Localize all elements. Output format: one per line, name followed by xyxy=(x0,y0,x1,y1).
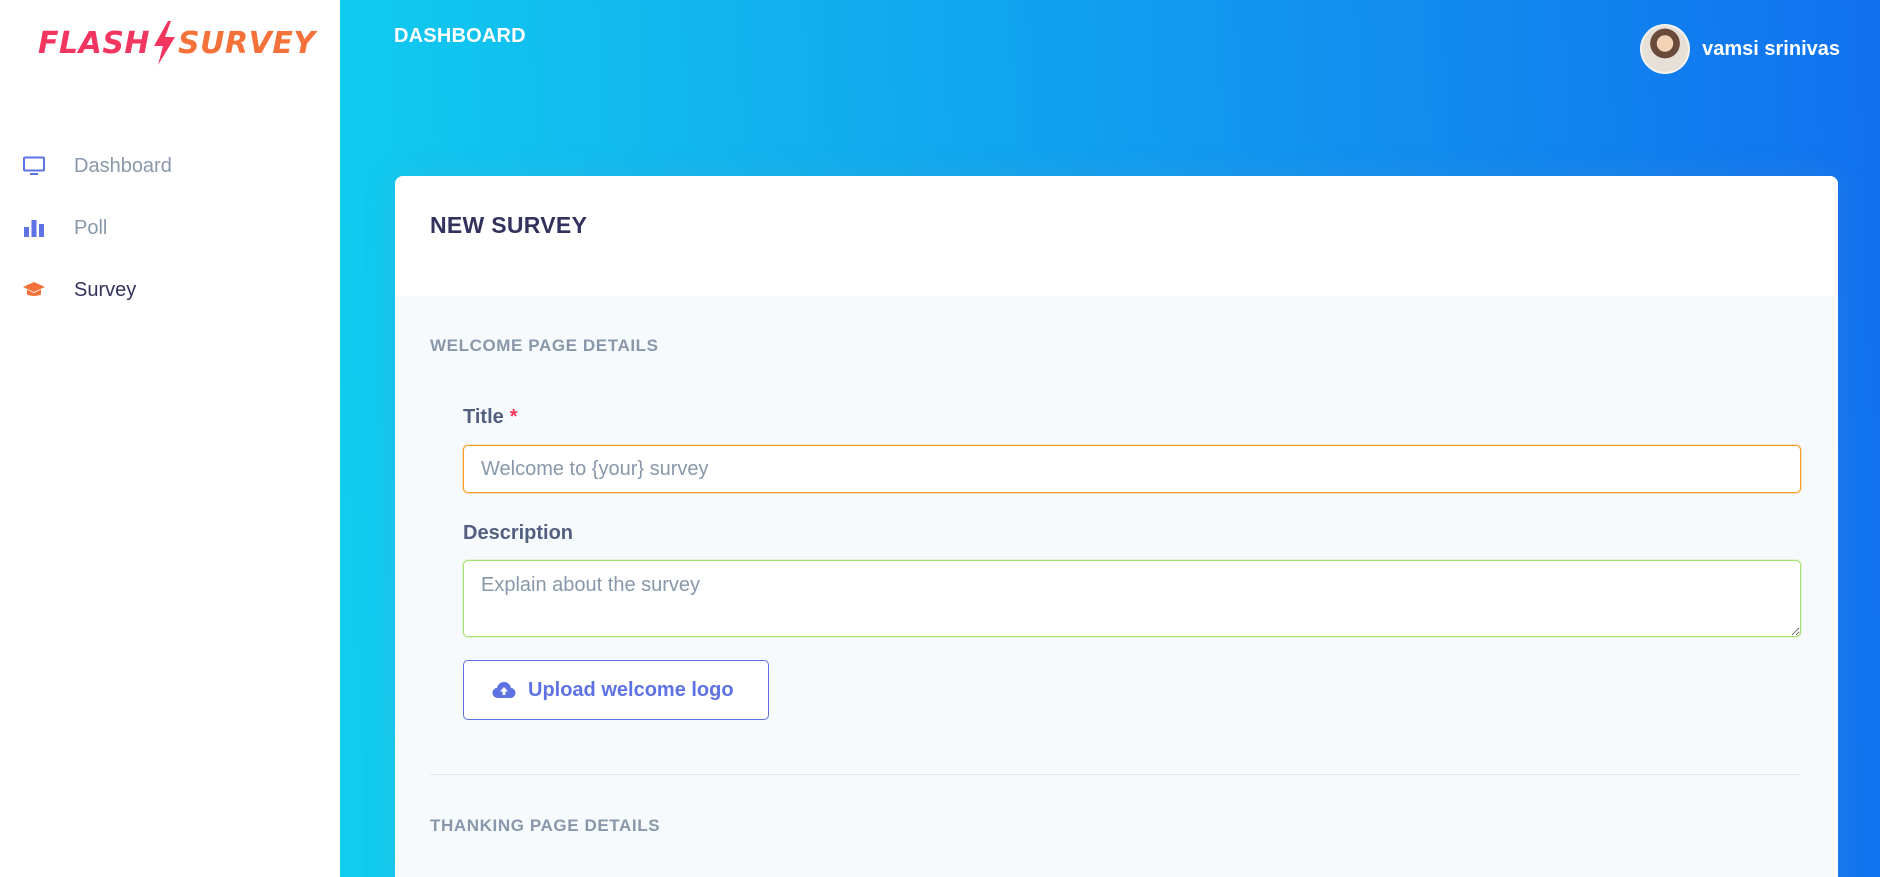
sidebar-item-label: Poll xyxy=(74,216,108,239)
monitor-icon xyxy=(22,154,46,178)
lightning-bolt-icon xyxy=(154,21,176,65)
bar-chart-icon xyxy=(22,216,46,240)
sidebar: FLASH SURVEY Dashboard Poll Survey xyxy=(0,0,340,877)
sidebar-nav: Dashboard Poll Survey xyxy=(0,135,340,321)
sidebar-item-dashboard[interactable]: Dashboard xyxy=(0,135,340,197)
title-input[interactable] xyxy=(463,445,1801,493)
cloud-upload-icon xyxy=(492,682,516,698)
new-survey-card: NEW SURVEY WELCOME PAGE DETAILS Title* D… xyxy=(395,176,1838,877)
description-field-label: Description xyxy=(463,522,574,544)
sidebar-item-survey[interactable]: Survey xyxy=(0,259,340,321)
graduation-cap-icon xyxy=(22,278,46,302)
title-label-text: Title xyxy=(463,406,504,428)
welcome-section-heading: WELCOME PAGE DETAILS xyxy=(430,336,659,355)
title-field-label: Title * xyxy=(463,406,518,429)
description-textarea[interactable] xyxy=(463,560,1801,637)
section-divider xyxy=(430,774,1801,775)
brand-logo[interactable]: FLASH SURVEY xyxy=(38,20,316,66)
sidebar-item-label: Survey xyxy=(74,278,137,301)
card-body: WELCOME PAGE DETAILS Title* Description … xyxy=(395,296,1838,877)
page-title: DASHBOARD xyxy=(394,25,526,47)
brand-word-flash: FLASH xyxy=(38,25,151,61)
card-title: NEW SURVEY xyxy=(430,212,588,238)
avatar[interactable] xyxy=(1640,24,1691,74)
user-menu[interactable]: vamsi srinivas xyxy=(1640,24,1840,74)
sidebar-item-poll[interactable]: Poll xyxy=(0,197,340,259)
sidebar-item-label: Dashboard xyxy=(74,154,172,177)
card-header: NEW SURVEY xyxy=(395,176,1838,296)
upload-welcome-logo-button[interactable]: Upload welcome logo xyxy=(463,660,769,720)
required-mark: * xyxy=(509,406,518,428)
brand-word-survey: SURVEY xyxy=(178,25,316,61)
upload-button-label: Upload welcome logo xyxy=(528,678,734,701)
user-name[interactable]: vamsi srinivas xyxy=(1702,38,1840,61)
thanking-section-heading: THANKING PAGE DETAILS xyxy=(430,816,661,835)
